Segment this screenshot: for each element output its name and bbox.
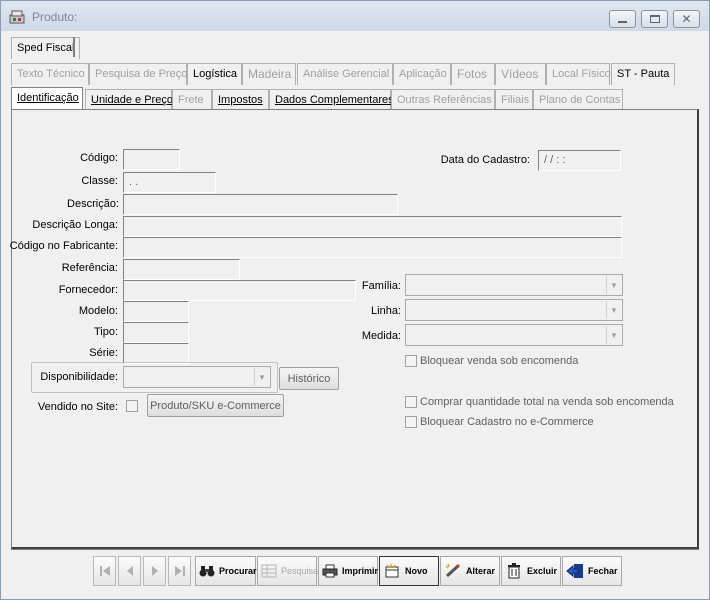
linha-label: Linha: — [371, 305, 401, 317]
first-record-button[interactable] — [93, 556, 116, 586]
close-icon: ✕ — [681, 12, 692, 26]
minimize-icon — [618, 21, 627, 23]
serie-field[interactable] — [123, 343, 189, 364]
trash-icon — [505, 562, 523, 580]
descricao-label: Descrição: — [67, 198, 119, 210]
tab-pesquisa-de-preco[interactable]: Pesquisa de Preço — [89, 63, 187, 85]
last-record-icon — [174, 566, 185, 576]
classe-label: Classe: — [81, 175, 118, 187]
tab-local-fisico[interactable]: Local Físico — [546, 63, 611, 85]
vendido-no-site-label: Vendido no Site: — [37, 401, 118, 413]
tab-outras-referencias[interactable]: Outras Referências — [391, 89, 495, 111]
tab-filiais[interactable]: Filiais — [495, 89, 533, 111]
tab-divider — [73, 37, 75, 57]
comprar-quantidade-total-label: Comprar quantidade total na venda sob en… — [420, 396, 674, 408]
tab-sped-fiscal[interactable]: Sped Fiscal — [11, 37, 81, 59]
tab-logistica[interactable]: Logística — [187, 63, 242, 85]
referencia-label: Referência: — [61, 262, 118, 274]
tab-plano-de-contas[interactable]: Plano de Contas — [533, 89, 623, 111]
tab-impostos[interactable]: Impostos — [212, 89, 269, 111]
title-bar[interactable]: Produto: ✕ — [1, 1, 709, 31]
referencia-field[interactable] — [123, 259, 240, 280]
procurar-button[interactable]: Procurar — [195, 556, 257, 586]
minimize-button[interactable] — [609, 10, 636, 28]
alterar-button[interactable]: Alterar — [440, 556, 500, 586]
maximize-button[interactable] — [641, 10, 668, 28]
linha-select[interactable]: ▼ — [405, 299, 623, 321]
maximize-icon — [649, 15, 660, 23]
serie-label: Série: — [89, 347, 118, 359]
tab-fotos[interactable]: Fotos — [451, 63, 495, 85]
close-button[interactable]: ✕ — [673, 10, 700, 28]
codigo-fabricante-label: Código no Fabricante: — [9, 240, 118, 252]
medida-label: Medida: — [361, 330, 401, 342]
product-window: Produto: ✕ Sped Fiscal Texto Técnico Pes… — [0, 0, 710, 600]
panel-bottom-divider — [11, 549, 699, 550]
printer-icon — [322, 562, 338, 580]
tab-unidade-e-preco[interactable]: Unidade e Preço — [85, 89, 173, 111]
codigo-fabricante-field[interactable] — [123, 237, 622, 258]
next-record-button[interactable] — [143, 556, 166, 586]
new-record-icon — [383, 562, 401, 580]
imprimir-button[interactable]: Imprimir — [318, 556, 378, 586]
chevron-down-icon: ▼ — [254, 368, 269, 386]
disponibilidade-label: Disponibilidade: — [40, 371, 118, 383]
tipo-field[interactable] — [123, 322, 189, 343]
descricao-longa-label: Descrição Longa: — [32, 219, 118, 231]
chevron-down-icon: ▼ — [606, 301, 621, 319]
record-toolbar: Procurar Pesquisa Imprimir Novo Alterar — [93, 556, 623, 586]
edit-pencil-icon — [444, 562, 462, 580]
first-record-icon — [99, 566, 110, 576]
classe-field[interactable]: . . — [123, 172, 216, 193]
last-record-button[interactable] — [168, 556, 191, 586]
codigo-label: Código: — [80, 152, 118, 164]
window-title: Produto: — [32, 10, 78, 24]
modelo-label: Modelo: — [78, 305, 118, 317]
descricao-longa-field[interactable] — [123, 216, 622, 237]
pesquisa-button[interactable]: Pesquisa — [257, 556, 318, 586]
comprar-quantidade-total-checkbox[interactable] — [405, 396, 417, 408]
tab-texto-tecnico[interactable]: Texto Técnico — [11, 63, 89, 85]
codigo-field[interactable] — [123, 149, 180, 170]
data-cadastro-label: Data do Cadastro: — [440, 154, 530, 166]
produto-sku-ecommerce-button[interactable]: Produto/SKU e-Commerce — [147, 394, 284, 417]
tab-madeira[interactable]: Madeira — [242, 63, 296, 85]
data-cadastro-field[interactable]: / / : : — [538, 150, 621, 171]
vendido-no-site-checkbox[interactable] — [126, 400, 138, 412]
medida-select[interactable]: ▼ — [405, 324, 623, 346]
exit-door-icon — [566, 562, 584, 580]
chevron-down-icon: ▼ — [606, 326, 621, 344]
previous-record-icon — [126, 566, 133, 576]
bloquear-venda-encomenda-label: Bloquear venda sob encomenda — [420, 355, 579, 367]
familia-select[interactable]: ▼ — [405, 274, 623, 296]
tab-dados-complementares[interactable]: Dados Complementares — [269, 89, 394, 111]
novo-button[interactable]: Novo — [379, 556, 439, 586]
grid-search-icon — [261, 562, 277, 580]
bloquear-venda-encomenda-checkbox[interactable] — [405, 355, 417, 367]
tab-identificacao[interactable]: Identificação — [11, 87, 83, 109]
fornecedor-field[interactable] — [123, 280, 356, 301]
binoculars-icon — [199, 562, 215, 580]
tab-frete[interactable]: Frete — [172, 89, 212, 111]
familia-label: Família: — [361, 280, 401, 292]
descricao-field[interactable] — [123, 194, 398, 215]
bloquear-cadastro-ecommerce-checkbox[interactable] — [405, 416, 417, 428]
bloquear-cadastro-ecommerce-label: Bloquear Cadastro no e-Commerce — [420, 416, 594, 428]
disponibilidade-select[interactable]: ▼ — [123, 366, 271, 388]
tab-aplicacao[interactable]: Aplicação — [393, 63, 451, 85]
excluir-button[interactable]: Excluir — [501, 556, 561, 586]
fechar-button[interactable]: Fechar — [562, 556, 622, 586]
previous-record-button[interactable] — [118, 556, 141, 586]
next-record-icon — [151, 566, 158, 576]
product-app-icon — [9, 10, 25, 24]
tab-analise-gerencial[interactable]: Análise Gerencial — [297, 63, 393, 85]
chevron-down-icon: ▼ — [606, 276, 621, 294]
tab-videos[interactable]: Vídeos — [495, 63, 546, 85]
fornecedor-label: Fornecedor: — [58, 284, 118, 296]
tipo-label: Tipo: — [93, 326, 118, 338]
historico-button[interactable]: Histórico — [279, 367, 339, 390]
tab-st-pauta[interactable]: ST - Pauta — [611, 63, 675, 85]
modelo-field[interactable] — [123, 301, 189, 322]
